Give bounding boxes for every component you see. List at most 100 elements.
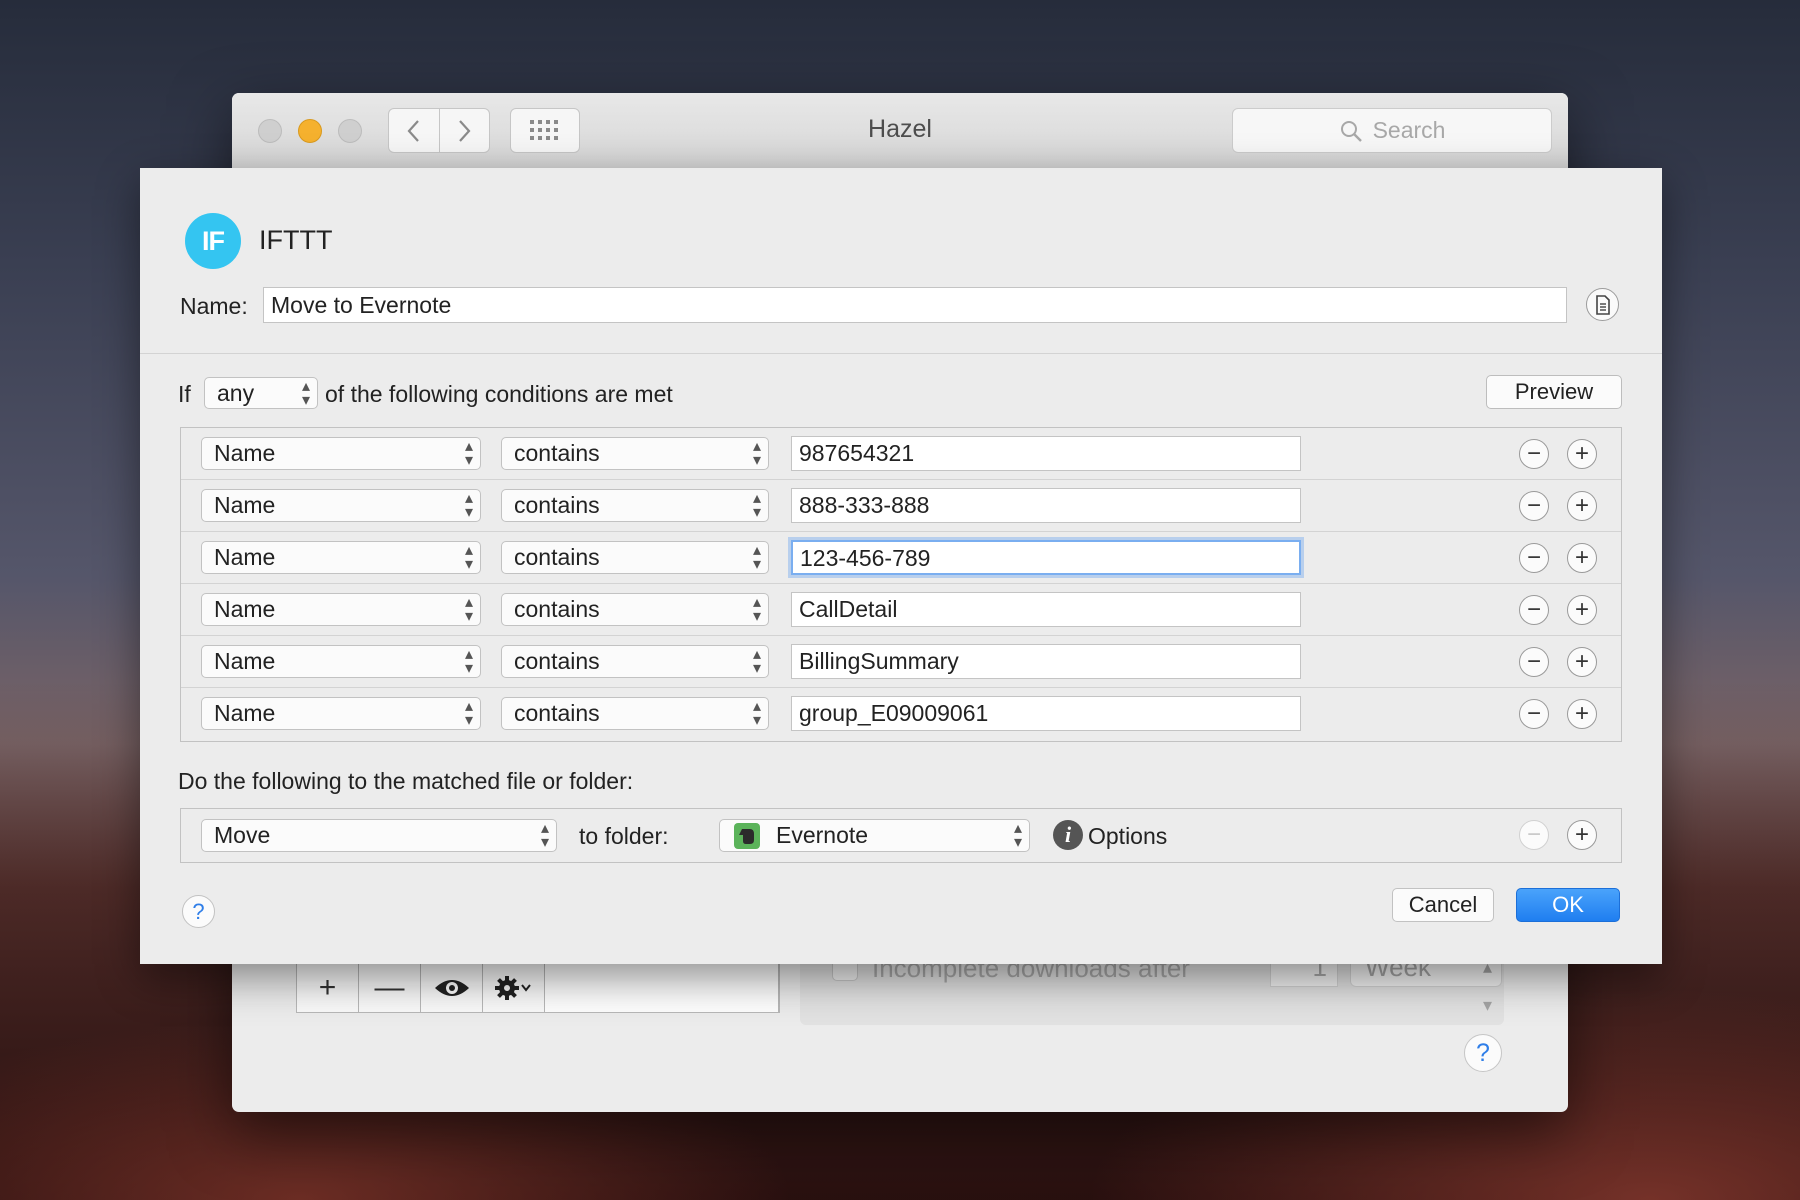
condition-row: Name ▴ ▾ contains ▴ ▾ CallDetail − +	[181, 584, 1621, 636]
ok-button[interactable]: OK	[1516, 888, 1620, 922]
updown-arrows-icon: ▴ ▾	[752, 594, 761, 625]
attribute-value: Name	[214, 596, 276, 622]
remove-condition-button[interactable]: −	[1519, 491, 1549, 521]
cancel-button[interactable]: Cancel	[1392, 888, 1494, 922]
chevron-down-icon	[520, 984, 531, 992]
add-condition-button[interactable]: +	[1567, 699, 1597, 729]
help-button[interactable]: ?	[182, 895, 215, 928]
name-label: Name:	[180, 293, 248, 319]
condition-value-field[interactable]: BillingSummary	[791, 644, 1301, 679]
condition-value-field[interactable]: group_E09009061	[791, 696, 1301, 731]
gear-menu-button[interactable]	[483, 964, 545, 1012]
preview-button[interactable]: Preview	[1486, 375, 1622, 409]
operator-select[interactable]: contains ▴ ▾	[501, 541, 769, 574]
preview-rule-button[interactable]	[421, 964, 483, 1012]
rule-editor-sheet: IF IFTTT Name: Move to Evernote If any ▴…	[140, 168, 1662, 964]
condition-value-field-focused[interactable]: 123-456-789	[791, 540, 1301, 575]
condition-row: Name ▴ ▾ contains ▴ ▾ 987654321 − +	[181, 428, 1621, 480]
search-field[interactable]: Search	[1232, 108, 1552, 153]
rule-notes-button[interactable]	[1586, 288, 1619, 321]
attribute-select[interactable]: Name ▴ ▾	[201, 489, 481, 522]
to-folder-label: to folder:	[579, 823, 669, 849]
add-condition-button[interactable]: +	[1567, 439, 1597, 469]
folder-name: IFTTT	[259, 225, 333, 255]
updown-arrows-icon: ▴ ▾	[752, 646, 761, 677]
updown-arrows-icon: ▴ ▾	[464, 646, 473, 677]
add-condition-button[interactable]: +	[1567, 595, 1597, 625]
folder-select[interactable]: Evernote ▴ ▾	[719, 819, 1030, 852]
add-condition-button[interactable]: +	[1567, 491, 1597, 521]
add-condition-button[interactable]: +	[1567, 543, 1597, 573]
rule-name-field[interactable]: Move to Evernote	[263, 287, 1567, 323]
attribute-value: Name	[214, 492, 276, 518]
updown-arrows-icon: ▴ ▾	[1013, 820, 1022, 851]
condition-row: Name ▴ ▾ contains ▴ ▾ group_E09009061 − +	[181, 688, 1621, 740]
updown-arrows-icon: ▴ ▾	[464, 438, 473, 469]
info-icon[interactable]: i	[1053, 820, 1083, 850]
operator-select[interactable]: contains ▴ ▾	[501, 437, 769, 470]
attribute-select[interactable]: Name ▴ ▾	[201, 437, 481, 470]
operator-value: contains	[514, 492, 600, 518]
attribute-select[interactable]: Name ▴ ▾	[201, 593, 481, 626]
conditions-list: Name ▴ ▾ contains ▴ ▾ 987654321 − + Name ▴ ▾ c…	[180, 427, 1622, 742]
rules-filter-field[interactable]	[545, 964, 779, 1012]
add-condition-button[interactable]: +	[1567, 647, 1597, 677]
remove-condition-button[interactable]: −	[1519, 595, 1549, 625]
condition-value-field[interactable]: CallDetail	[791, 592, 1301, 627]
remove-action-button[interactable]: −	[1519, 820, 1549, 850]
window-help-button[interactable]: ?	[1464, 1034, 1502, 1072]
match-mode-value: any	[217, 380, 255, 406]
updown-arrows-icon: ▴ ▾	[752, 542, 761, 573]
condition-value-field[interactable]: 888-333-888	[791, 488, 1301, 523]
remove-condition-button[interactable]: −	[1519, 647, 1549, 677]
condition-row: Name ▴ ▾ contains ▴ ▾ 123-456-789 − +	[181, 532, 1621, 584]
updown-arrows-icon: ▴ ▾	[752, 490, 761, 521]
attribute-select[interactable]: Name ▴ ▾	[201, 697, 481, 730]
eye-icon	[434, 980, 469, 996]
attribute-value: Name	[214, 648, 276, 674]
remove-condition-button[interactable]: −	[1519, 543, 1549, 573]
elephant-icon	[739, 829, 754, 844]
rules-toolbar: + —	[296, 963, 780, 1013]
updown-arrows-icon: ▴ ▾	[464, 542, 473, 573]
attribute-select[interactable]: Name ▴ ▾	[201, 541, 481, 574]
operator-value: contains	[514, 648, 600, 674]
action-select[interactable]: Move ▴ ▾	[201, 819, 557, 852]
operator-value: contains	[514, 700, 600, 726]
match-mode-select[interactable]: any ▴ ▾	[204, 377, 318, 409]
updown-arrows-icon: ▴ ▾	[301, 378, 310, 409]
add-rule-button[interactable]: +	[297, 964, 359, 1012]
operator-select[interactable]: contains ▴ ▾	[501, 489, 769, 522]
folder-value: Evernote	[776, 822, 869, 848]
operator-select[interactable]: contains ▴ ▾	[501, 593, 769, 626]
options-button[interactable]: Options	[1088, 823, 1167, 850]
actions-label: Do the following to the matched file or …	[178, 768, 634, 794]
action-value: Move	[214, 822, 271, 848]
remove-condition-button[interactable]: −	[1519, 699, 1549, 729]
document-icon	[1595, 294, 1610, 315]
condition-value-field[interactable]: 987654321	[791, 436, 1301, 471]
attribute-select[interactable]: Name ▴ ▾	[201, 645, 481, 678]
operator-value: contains	[514, 440, 600, 466]
operator-value: contains	[514, 544, 600, 570]
remove-rule-button[interactable]: —	[359, 964, 421, 1012]
condition-row: Name ▴ ▾ contains ▴ ▾ 888-333-888 − +	[181, 480, 1621, 532]
if-label: If	[178, 381, 191, 407]
updown-arrows-icon: ▴ ▾	[540, 820, 549, 851]
add-action-button[interactable]: +	[1567, 820, 1597, 850]
action-row: Move ▴ ▾ to folder: Evernote ▴ ▾ i Options …	[180, 808, 1622, 863]
updown-arrows-icon: ▴ ▾	[752, 698, 761, 729]
attribute-value: Name	[214, 700, 276, 726]
remove-condition-button[interactable]: −	[1519, 439, 1549, 469]
operator-select[interactable]: contains ▴ ▾	[501, 697, 769, 730]
search-placeholder: Search	[1372, 117, 1446, 143]
conditions-suffix-label: of the following conditions are met	[325, 381, 673, 407]
operator-select[interactable]: contains ▴ ▾	[501, 645, 769, 678]
gear-icon	[494, 976, 531, 1000]
updown-arrows-icon: ▴ ▾	[464, 594, 473, 625]
condition-row: Name ▴ ▾ contains ▴ ▾ BillingSummary − +	[181, 636, 1621, 688]
sheet-header: IF IFTTT Name: Move to Evernote	[140, 168, 1662, 354]
ifttt-logo: IF	[185, 213, 241, 269]
operator-value: contains	[514, 596, 600, 622]
search-icon	[1340, 120, 1362, 142]
